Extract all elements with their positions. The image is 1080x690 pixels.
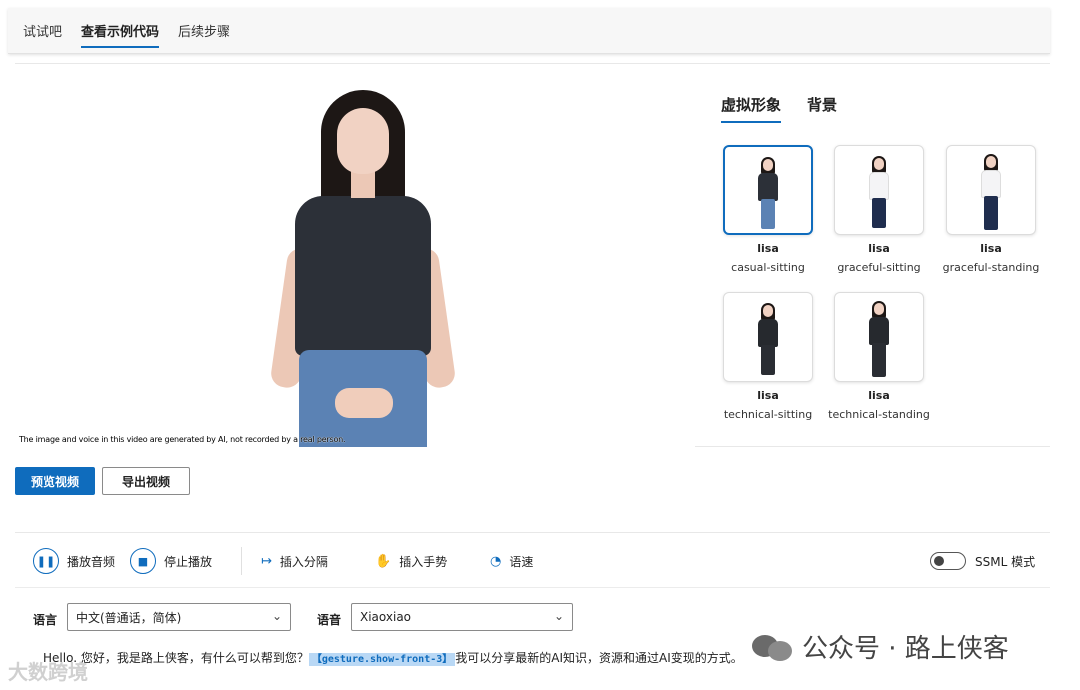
- tab-avatar[interactable]: 虚拟形象: [721, 94, 782, 123]
- export-video-button[interactable]: 导出视频: [102, 467, 190, 495]
- avatar-name: lisa: [757, 389, 779, 402]
- video-preview: The image and voice in this video are ge…: [15, 64, 695, 447]
- watermark-left: 大数跨境: [8, 660, 88, 684]
- insert-gesture-button[interactable]: ✋ 插入手势: [375, 547, 447, 575]
- avatar-pose: technical-sitting: [723, 408, 813, 421]
- insert-gesture-label: 插入手势: [399, 554, 448, 569]
- speed-label: 语速: [509, 554, 534, 569]
- top-tab-bar: 试试吧 查看示例代码 后续步骤: [8, 8, 1050, 54]
- avatar-tile-graceful-sitting[interactable]: [834, 145, 924, 235]
- hand-wave-icon: ✋: [375, 553, 392, 569]
- avatar-pose: technical-standing: [828, 408, 930, 421]
- play-audio-label: 播放音频: [67, 554, 116, 569]
- insert-pause-label: 插入分隔: [279, 554, 328, 569]
- chevron-down-icon: ⌄: [271, 609, 282, 623]
- toolbar-divider: [241, 547, 242, 575]
- avatar-pose: graceful-standing: [942, 261, 1040, 274]
- pause-icon: ❚❚: [33, 548, 59, 574]
- break-icon: ↦: [261, 553, 272, 569]
- voice-label: 语音: [317, 613, 342, 627]
- avatar-card: The image and voice in this video are ge…: [15, 63, 1050, 447]
- toggle-knob: [934, 556, 944, 566]
- avatar-name: lisa: [757, 242, 779, 255]
- avatar-name: lisa: [868, 242, 890, 255]
- tab-background[interactable]: 背景: [807, 94, 837, 115]
- panel-divider: [15, 587, 1050, 588]
- avatar-name: lisa: [868, 389, 890, 402]
- avatar-tile-technical-sitting[interactable]: [723, 292, 813, 382]
- avatar-pose: casual-sitting: [731, 261, 805, 274]
- watermark-right: 公众号 · 路上侠客: [752, 628, 1009, 665]
- speedometer-icon: ◔: [490, 553, 502, 569]
- play-audio-button[interactable]: ❚❚ 播放音频: [33, 547, 115, 575]
- script-text[interactable]: Hello. 您好，我是路上侠客，有什么可以帮到您？ 【gesture.show-…: [43, 649, 743, 666]
- avatar-tile-graceful-standing[interactable]: [946, 145, 1036, 235]
- language-value: 中文(普通话，简体): [76, 610, 182, 625]
- voice-value: Xiaoxiao: [360, 610, 412, 624]
- stop-icon: ■: [130, 548, 156, 574]
- stop-play-label: 停止播放: [164, 554, 213, 569]
- insert-pause-button[interactable]: ↦ 插入分隔: [261, 547, 328, 575]
- ssml-mode-toggle[interactable]: [930, 552, 966, 570]
- script-editor-panel: ❚❚ 播放音频 ■ 停止播放 ↦ 插入分隔 ✋ 插入手势 ◔ 语速 SSML 模…: [15, 532, 1050, 690]
- avatar-tile-casual-sitting[interactable]: [723, 145, 813, 235]
- tab-try-it[interactable]: 试试吧: [23, 21, 62, 40]
- tab-sample-code[interactable]: 查看示例代码: [81, 21, 160, 48]
- tab-next-steps[interactable]: 后续步骤: [178, 21, 230, 40]
- chevron-down-icon: ⌄: [553, 609, 564, 623]
- stop-play-button[interactable]: ■ 停止播放: [130, 547, 212, 575]
- wechat-logo-icon: [752, 631, 792, 663]
- language-select[interactable]: 中文(普通话，简体) ⌄: [67, 603, 291, 631]
- avatar-pose: graceful-sitting: [837, 261, 921, 274]
- gesture-tag[interactable]: 【gesture.show-front-3】: [308, 653, 456, 666]
- watermark-right-text: 公众号 · 路上侠客: [802, 634, 1009, 664]
- avatar-figure: [269, 88, 457, 447]
- voice-select[interactable]: Xiaoxiao ⌄: [351, 603, 573, 631]
- avatar-tile-technical-standing[interactable]: [834, 292, 924, 382]
- speed-button[interactable]: ◔ 语速: [490, 547, 533, 575]
- ssml-mode-label: SSML 模式: [975, 555, 1036, 569]
- ai-disclaimer: The image and voice in this video are ge…: [19, 435, 346, 444]
- preview-video-button[interactable]: 预览视频: [15, 467, 95, 495]
- language-label: 语言: [33, 613, 58, 627]
- avatar-name: lisa: [980, 242, 1002, 255]
- script-text-after: 我可以分享最新的AI知识，资源和通过AI变现的方式。: [455, 651, 743, 665]
